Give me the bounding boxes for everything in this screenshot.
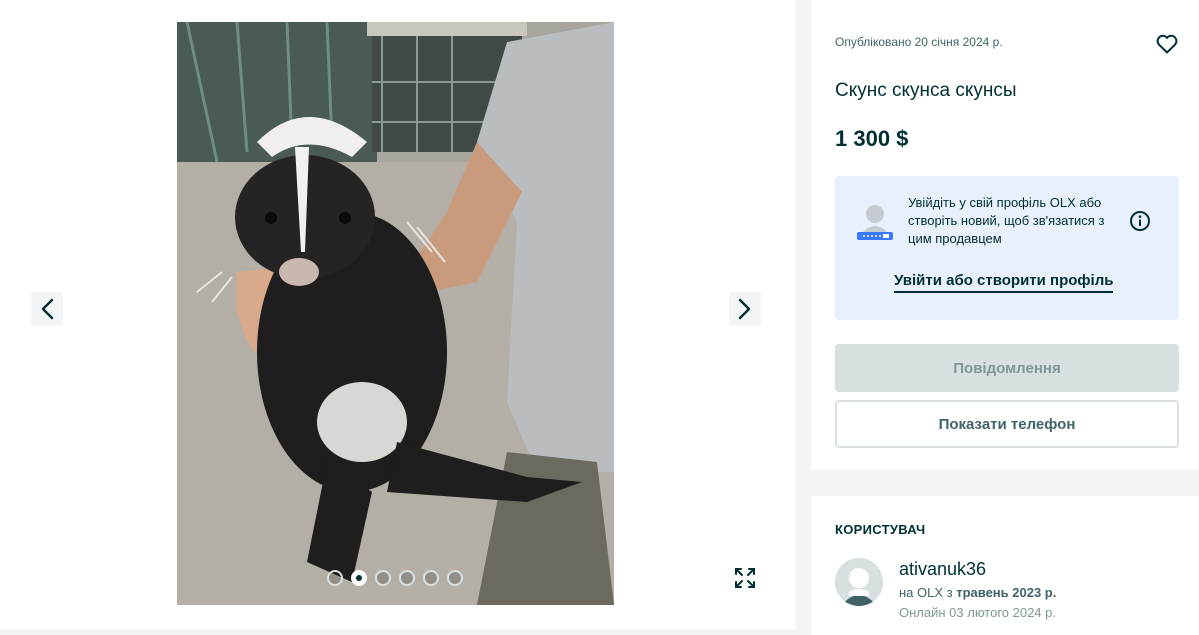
image-pagination-dots [327, 570, 463, 586]
info-icon[interactable] [1129, 210, 1151, 232]
seller-card: КОРИСТУВАЧ ativanuk36 на OLX з травень 2… [811, 496, 1199, 635]
member-since-date: травень 2023 р. [956, 585, 1057, 600]
pagination-dot[interactable] [423, 570, 439, 586]
user-login-illustration [857, 205, 893, 240]
image-gallery [0, 0, 795, 629]
favorite-button[interactable] [1155, 32, 1179, 56]
posted-date: Опубліковано 20 січня 2024 р. [835, 35, 1003, 49]
pagination-dot[interactable] [327, 570, 343, 586]
pagination-dot[interactable] [351, 570, 367, 586]
seller-member-since: на OLX з травень 2023 р. [899, 585, 1056, 600]
seller-name[interactable]: ativanuk36 [899, 559, 986, 580]
seller-last-online: Онлайн 03 лютого 2024 р. [899, 605, 1056, 620]
login-or-register-link[interactable]: Увійти або створити профіль [894, 272, 1114, 293]
listing-photo[interactable] [177, 22, 614, 605]
seller-section-title: КОРИСТУВАЧ [835, 522, 926, 537]
listing-title: Скунс скунса скунсы [835, 80, 1017, 101]
heart-icon [1156, 34, 1178, 54]
next-image-button[interactable] [729, 292, 761, 326]
pagination-dot[interactable] [399, 570, 415, 586]
user-avatar-icon [835, 558, 883, 606]
chevron-left-icon [41, 298, 54, 320]
fullscreen-button[interactable] [728, 561, 762, 595]
login-prompt-text: Увійдіть у свій профіль OLX або створіть… [908, 195, 1105, 246]
avatar[interactable] [835, 558, 883, 606]
chevron-right-icon [738, 298, 751, 320]
expand-icon [735, 568, 755, 588]
previous-image-button[interactable] [31, 292, 63, 326]
skunk-photo-illustration [177, 22, 614, 605]
listing-card: Опубліковано 20 січня 2024 р. Скунс скун… [811, 0, 1199, 470]
listing-price: 1 300 $ [835, 126, 909, 151]
message-button[interactable]: Повідомлення [835, 344, 1179, 392]
pagination-dot[interactable] [447, 570, 463, 586]
login-prompt: Увійдіть у свій профіль OLX або створіть… [835, 176, 1179, 320]
member-since-prefix: на OLX з [899, 585, 957, 600]
pagination-dot[interactable] [375, 570, 391, 586]
show-phone-button[interactable]: Показати телефон [835, 400, 1179, 448]
